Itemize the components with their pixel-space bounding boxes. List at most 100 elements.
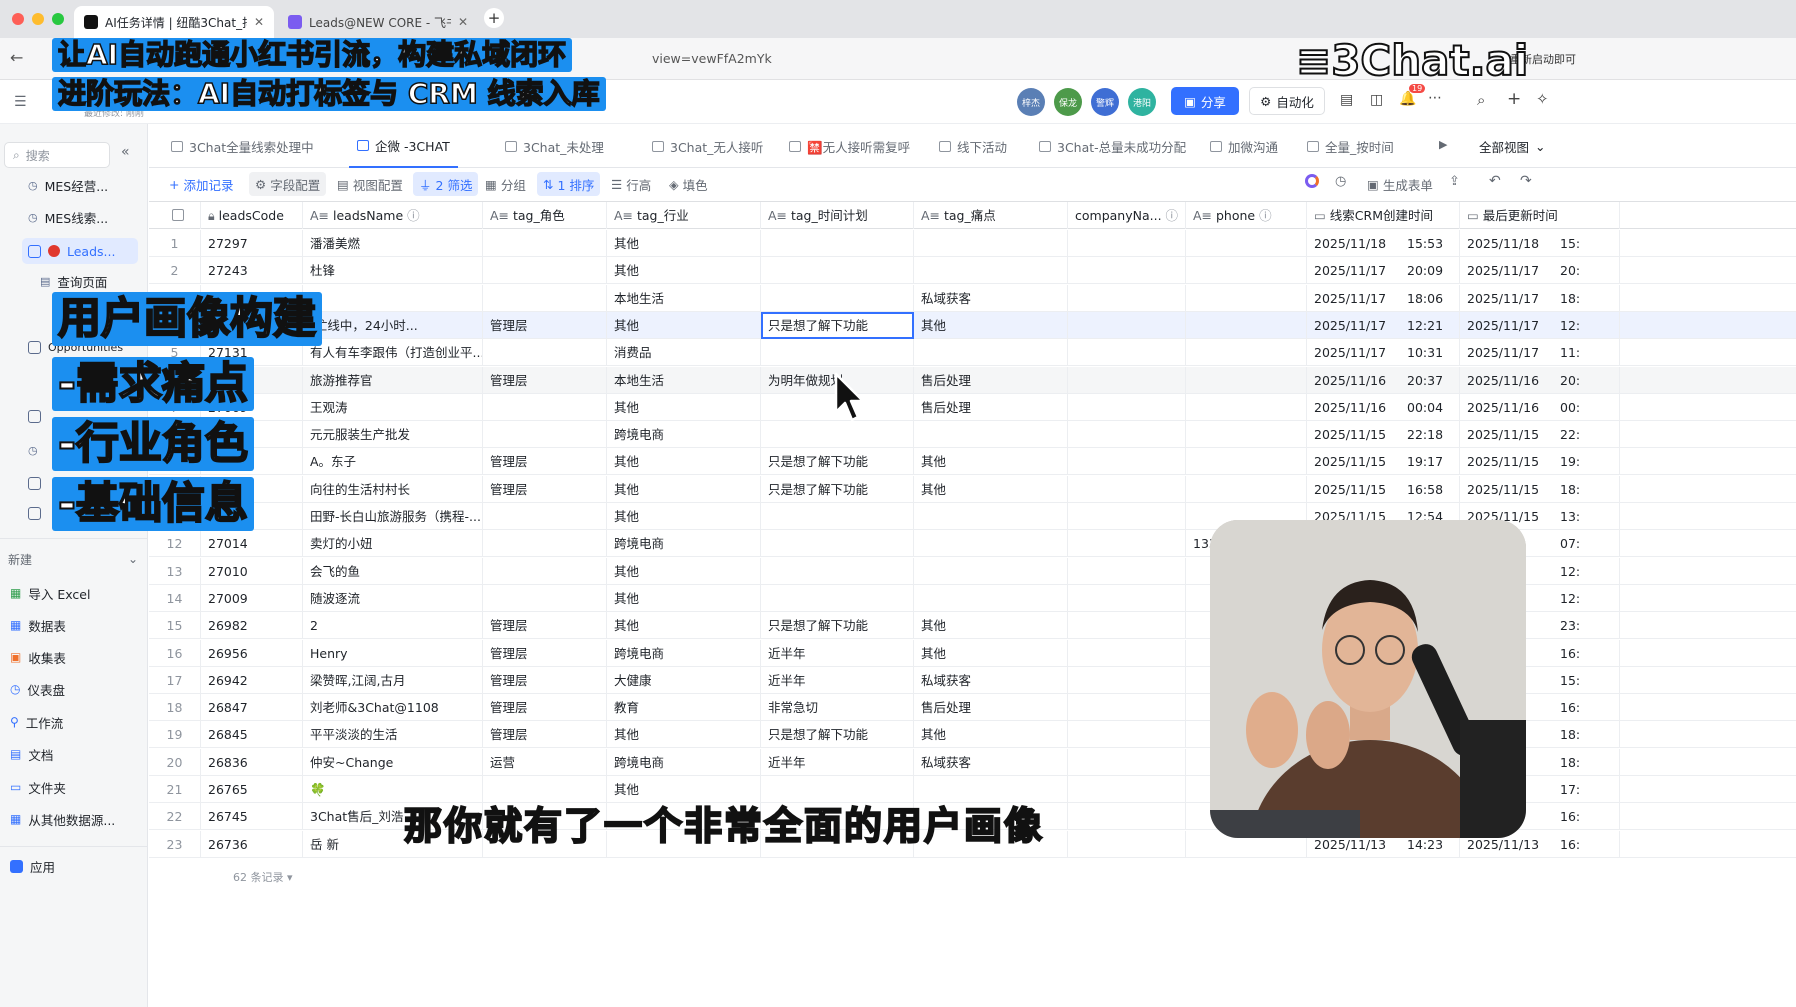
cell-industry[interactable]: 其他 (607, 557, 761, 585)
cell-n[interactable]: 13 (149, 557, 201, 585)
field-config-button[interactable]: ⚙ 字段配置 (249, 172, 327, 196)
cell-u-time[interactable]: 07: (1553, 530, 1620, 558)
cell-name[interactable]: Henry (303, 639, 483, 667)
url-field[interactable]: view=vewFfA2mYk (652, 51, 772, 66)
cell-c-time[interactable]: 19:17 (1400, 448, 1460, 476)
browser-tab-active[interactable]: AI任务详情 | 纽酷3Chat_抖音... ✕ (74, 6, 274, 38)
cell-c-date[interactable]: 2025/11/15 (1307, 476, 1400, 503)
table-row[interactable]: 8元元服装生产批发跨境电商2025/11/1522:182025/11/1522… (149, 421, 1796, 449)
cell-company[interactable] (1068, 393, 1186, 421)
cell-role[interactable]: 管理层 (483, 366, 607, 394)
add-record-button[interactable]: + 添加记录 (163, 172, 240, 196)
col-header-tag-timeline[interactable]: A≡ tag_时间计划 (761, 202, 914, 229)
cell-role[interactable] (483, 339, 607, 367)
cell-plan[interactable] (761, 284, 914, 312)
cell-industry[interactable]: 其他 (607, 257, 761, 285)
table-row[interactable]: 3本地生活私域获客2025/11/1718:062025/11/1718: (149, 284, 1796, 312)
cell-pain[interactable]: 其他 (914, 311, 1068, 339)
cell-industry[interactable]: 其他 (607, 612, 761, 640)
cell-u-time[interactable]: 12: (1553, 311, 1620, 339)
table-row[interactable]: 16 26956 Henry 管理层 跨境电商 近半年 其他 16: (149, 639, 1796, 667)
table-row[interactable]: 19 26845 平平淡淡的生活 管理层 其他 只是想了解下功能 其他 18: (149, 721, 1796, 749)
tab-view-5[interactable]: 🈲无人接听需复呼 (781, 124, 918, 168)
cell-u-time[interactable]: 16: (1553, 830, 1620, 858)
cell-pain[interactable] (914, 421, 1068, 449)
new-table-item[interactable]: ▦ 数据表 (10, 614, 66, 636)
plugin-icon[interactable]: ◫ (1370, 92, 1383, 108)
cell-industry[interactable]: 其他 (607, 448, 761, 476)
cell-industry[interactable]: 其他 (607, 311, 761, 339)
fill-color-button[interactable]: ◈ 填色 (663, 172, 714, 196)
cell-plan[interactable] (761, 421, 914, 449)
cell-u-date[interactable]: 2025/11/17 (1460, 339, 1553, 366)
cell-n[interactable]: 12 (149, 530, 201, 558)
table-row[interactable]: 1227014卖灯的小妞跨境电商13322/1807: (149, 530, 1796, 558)
view-config-button[interactable]: ▤ 视图配置 (331, 172, 409, 196)
cell-company[interactable] (1068, 584, 1186, 612)
cell-u-time[interactable]: 15: (1553, 230, 1620, 257)
sidebar-item[interactable] (28, 405, 41, 427)
new-form-item[interactable]: ▣ 收集表 (10, 646, 66, 668)
cell-plan[interactable] (761, 584, 914, 612)
sidebar-item[interactable] (28, 472, 41, 494)
new-workflow-item[interactable]: ⚲ 工作流 (10, 711, 63, 733)
cell-industry[interactable]: 其他 (607, 230, 761, 257)
cell-c-date[interactable]: 2025/11/17 (1307, 312, 1400, 339)
cell-plan[interactable]: 只是想了解下功能 (761, 475, 914, 503)
cell-industry[interactable]: 其他 (607, 475, 761, 503)
cell-pain[interactable]: 其他 (914, 612, 1068, 640)
col-header-last-updated[interactable]: ▭ 最后更新时间 (1460, 202, 1620, 229)
cell-phone[interactable] (1186, 421, 1307, 449)
maximize-window-button[interactable] (52, 13, 64, 25)
cell-code[interactable]: 26845 (201, 721, 303, 749)
table-row[interactable]: 10向往的生活村村长管理层其他只是想了解下功能其他2025/11/1516:58… (149, 475, 1796, 503)
cell-name[interactable]: 仲安~Change (303, 748, 483, 776)
cell-n[interactable]: 16 (149, 639, 201, 667)
collaborator-avatar[interactable]: 梓杰 (1017, 88, 1045, 116)
cell-company[interactable] (1068, 230, 1186, 257)
table-row[interactable]: 4(忙线中，24小时...管理层其他只是想了解下功能其他2025/11/1712… (149, 311, 1796, 339)
collaborator-avatar[interactable]: 保龙 (1054, 88, 1082, 116)
collapse-sidebar-icon[interactable]: « (121, 144, 130, 160)
cell-n[interactable]: 18 (149, 694, 201, 722)
cell-u-time[interactable]: 12: (1553, 584, 1620, 612)
cell-u-time[interactable]: 18: (1553, 475, 1620, 503)
cell-name[interactable]: 旅游推荐官 (303, 366, 483, 394)
redo-icon[interactable]: ↷ (1520, 173, 1532, 189)
cell-role[interactable] (483, 557, 607, 585)
cell-code[interactable]: 26745 (201, 803, 303, 831)
cell-pain[interactable]: 私域获客 (914, 666, 1068, 694)
cell-n[interactable]: 19 (149, 721, 201, 749)
cell-code[interactable]: 27014 (201, 530, 303, 558)
document-icon[interactable]: ▤ (1340, 92, 1353, 108)
group-button[interactable]: ▦ 分组 (479, 172, 532, 196)
cell-u-time[interactable]: 22: (1553, 421, 1620, 449)
cell-plan[interactable]: 只是想了解下功能 (761, 721, 914, 749)
other-source-item[interactable]: ▦ 从其他数据源... (10, 808, 115, 830)
cell-c-time[interactable]: 20:37 (1400, 366, 1460, 394)
cell-u-time[interactable]: 00: (1553, 393, 1620, 421)
cell-role[interactable]: 管理层 (483, 694, 607, 722)
cell-u-date[interactable]: 2025/11/15 (1460, 448, 1553, 475)
cell-company[interactable] (1068, 639, 1186, 667)
cell-pain[interactable] (914, 503, 1068, 530)
table-row[interactable]: 2 27243 杜锋 其他 2025/11/17 20:09 2025/11/17 20: (149, 257, 1796, 285)
cell-c-time[interactable]: 00:04 (1400, 393, 1460, 421)
history-icon[interactable]: ◷ (1335, 174, 1346, 189)
search-icon[interactable]: ⌕ (1477, 91, 1485, 109)
tab-view-1[interactable]: 3Chat全量线索处理中 (163, 124, 322, 168)
cell-role[interactable] (483, 284, 607, 312)
more-icon[interactable]: ⋯ (1428, 90, 1442, 106)
cell-pain[interactable]: 售后处理 (914, 694, 1068, 722)
cell-role[interactable]: 管理层 (483, 448, 607, 476)
cell-name[interactable]: 杜锋 (303, 257, 483, 285)
cell-name[interactable]: 田野-长白山旅游服务（携程-... (303, 503, 483, 530)
cell-plan[interactable] (761, 503, 914, 530)
cell-c-date[interactable]: 2025/11/17 (1307, 285, 1400, 312)
cell-phone[interactable] (1186, 366, 1307, 394)
cell-company[interactable] (1068, 503, 1186, 530)
table-row[interactable]: 15 26982 2 管理层 其他 只是想了解下功能 其他 23: (149, 612, 1796, 640)
tab-view-6[interactable]: 线下活动 (931, 124, 1015, 168)
collaborator-avatar[interactable]: 港阳 (1128, 88, 1156, 116)
select-all-checkbox[interactable] (149, 202, 201, 229)
